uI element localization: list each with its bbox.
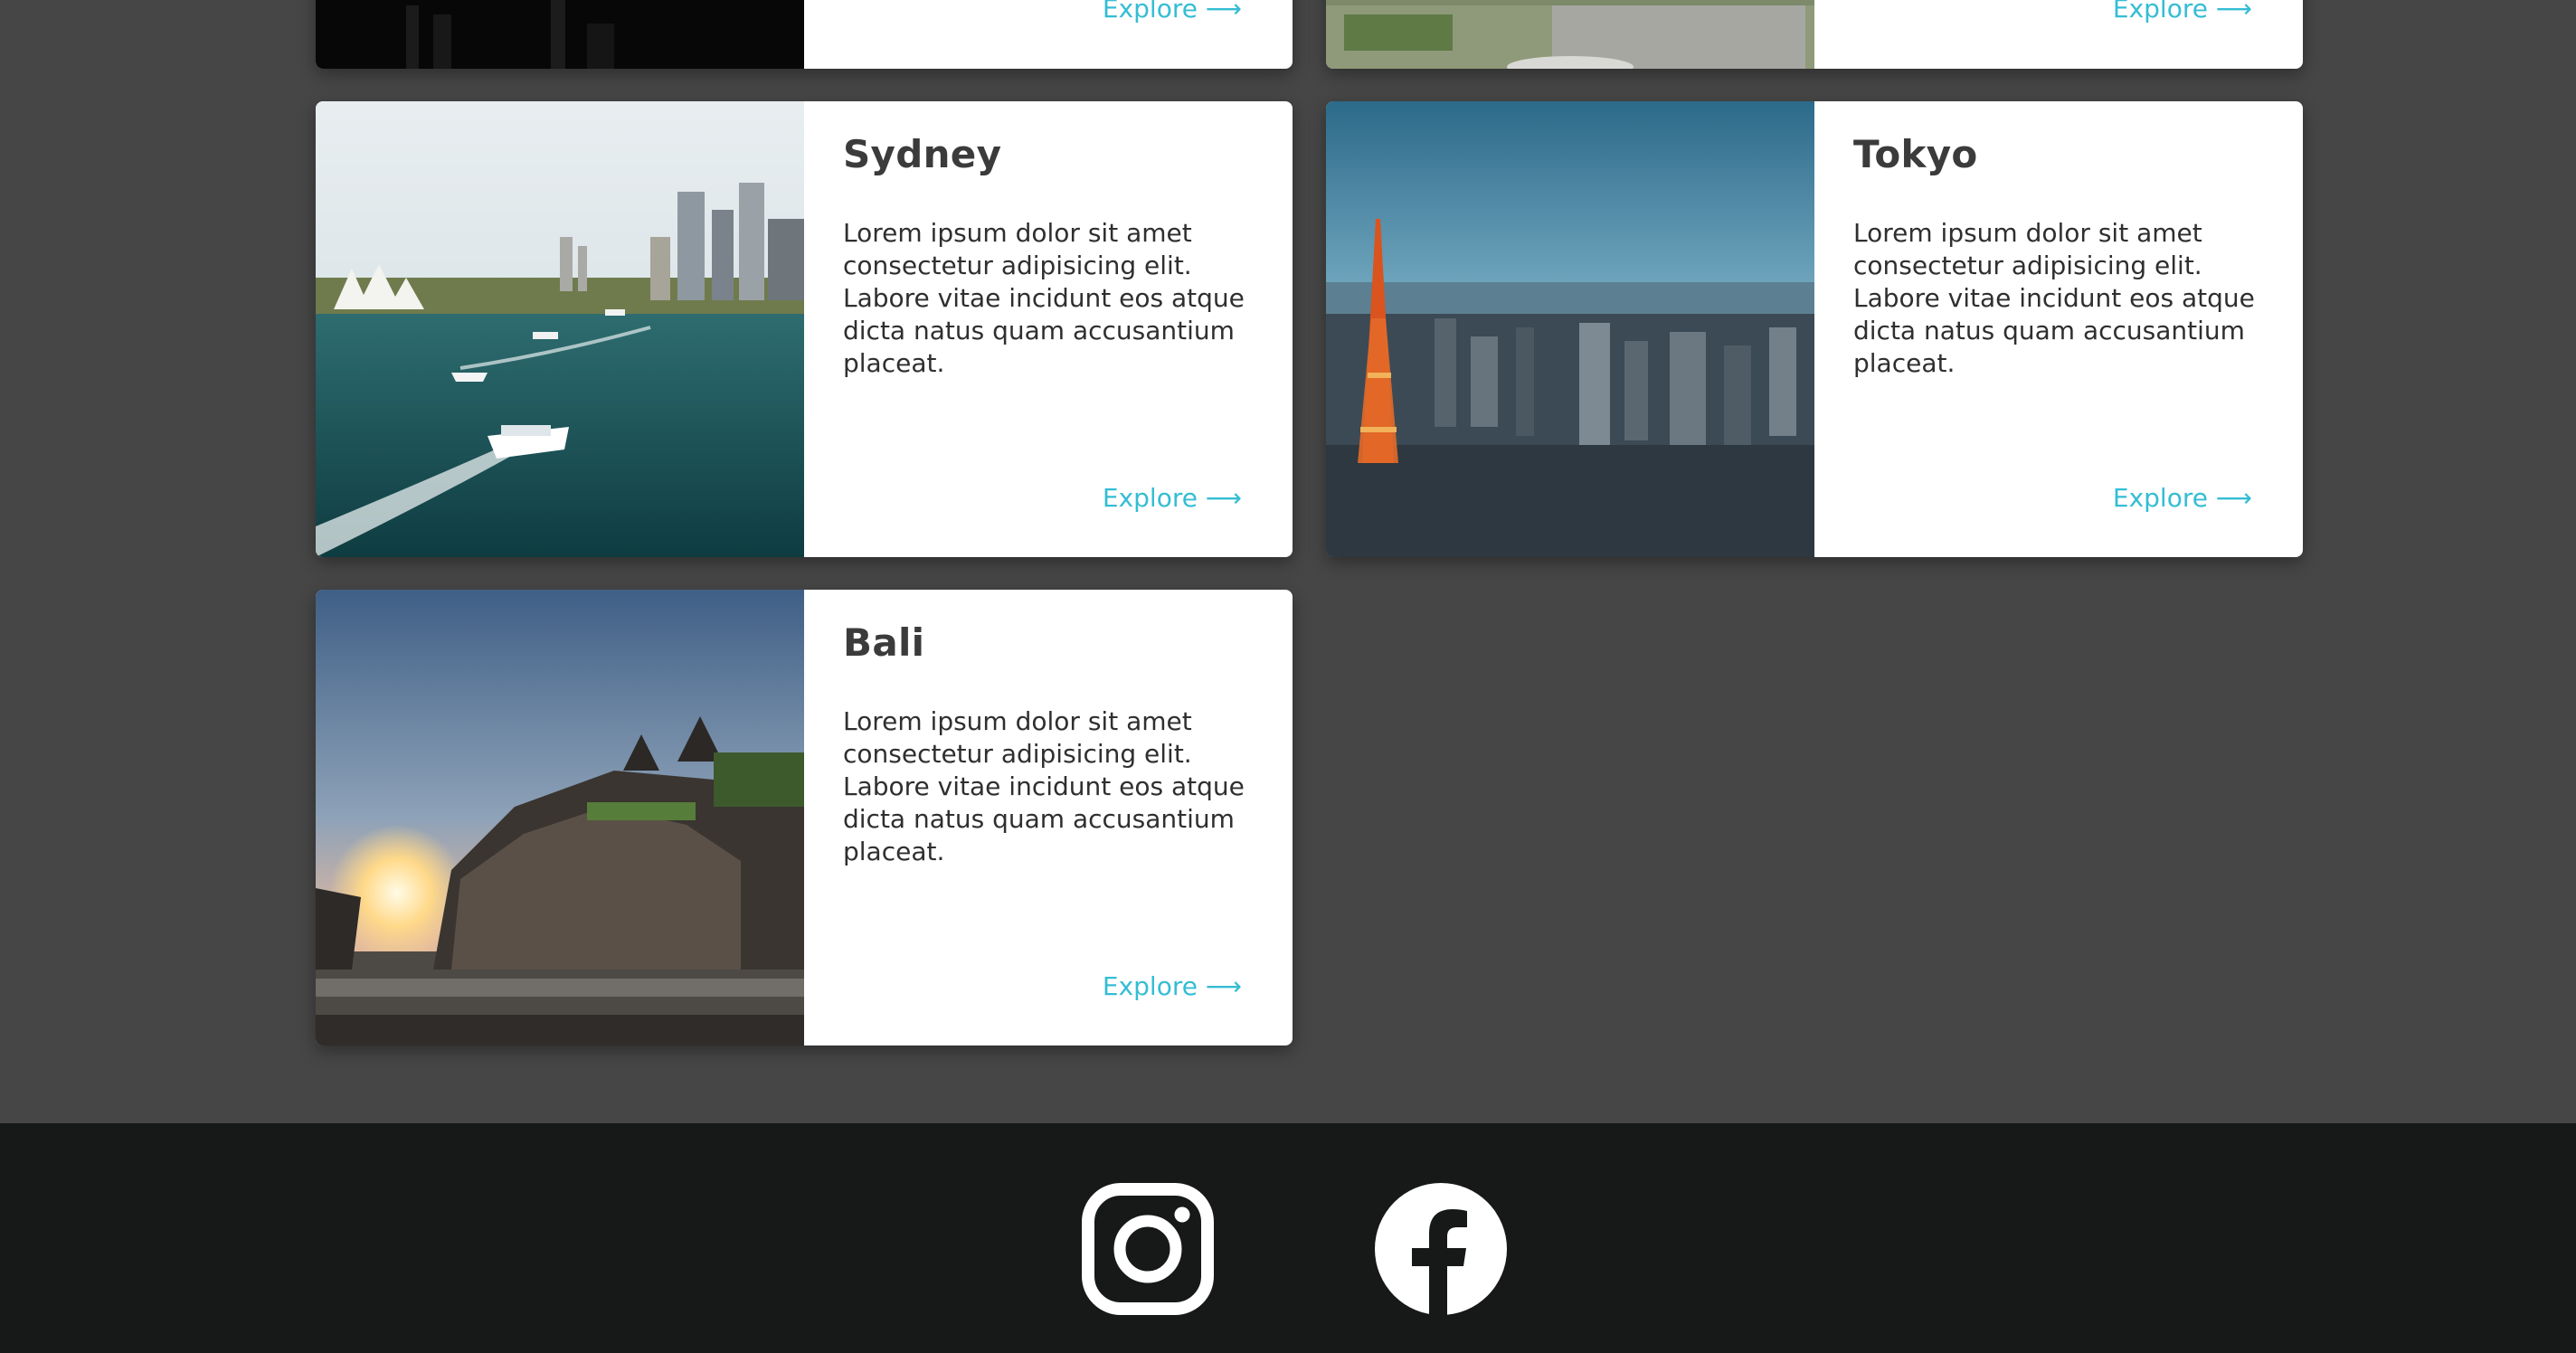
- footer: [0, 1123, 2576, 1353]
- card-description: Lorem ipsum dolor sit amet consectetur a…: [843, 706, 1245, 866]
- explore-link[interactable]: Explore ⟶: [1103, 483, 1242, 513]
- destination-card-sydney: Sydney Lorem ipsum dolor sit amet consec…: [316, 101, 1293, 557]
- explore-link[interactable]: Explore ⟶: [1103, 0, 1242, 24]
- destination-card-partial-left: Explore ⟶: [316, 0, 1293, 69]
- destination-card-bali: Bali Lorem ipsum dolor sit amet consecte…: [316, 590, 1293, 1046]
- city-square-photo: [1326, 0, 1814, 69]
- destination-card-tokyo: Tokyo Lorem ipsum dolor sit amet consect…: [1326, 101, 2303, 557]
- card-title: Sydney: [843, 132, 1002, 176]
- bali-photo: [316, 590, 804, 1046]
- card-title: Tokyo: [1853, 132, 1978, 176]
- explore-link[interactable]: Explore ⟶: [2113, 483, 2252, 513]
- facebook-icon[interactable]: [1375, 1183, 1507, 1315]
- destination-card-partial-right: Explore ⟶: [1326, 0, 2303, 69]
- instagram-icon[interactable]: [1082, 1183, 1214, 1315]
- sydney-photo: [316, 101, 804, 557]
- explore-link[interactable]: Explore ⟶: [1103, 971, 1242, 1001]
- explore-link[interactable]: Explore ⟶: [2113, 0, 2252, 24]
- city-night-photo: [316, 0, 804, 69]
- card-description: Lorem ipsum dolor sit amet consectetur a…: [1853, 218, 2255, 378]
- card-description: Lorem ipsum dolor sit amet consectetur a…: [843, 218, 1245, 378]
- card-title: Bali: [843, 620, 925, 665]
- tokyo-photo: [1326, 101, 1814, 557]
